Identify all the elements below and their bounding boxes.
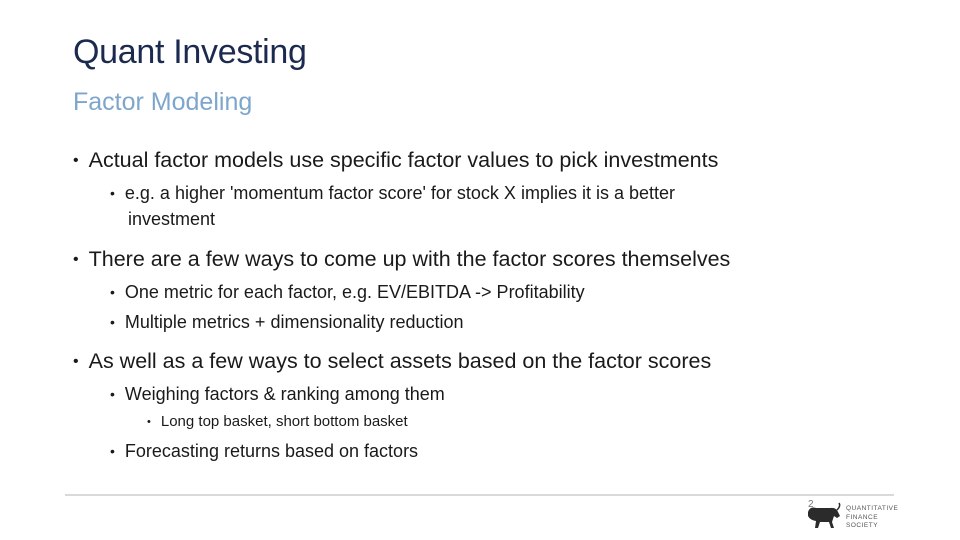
logo-text: QUANTITATIVE FINANCE SOCIETY xyxy=(846,505,899,529)
bullet-icon: • xyxy=(110,314,115,330)
bullet-item: • One metric for each factor, e.g. EV/EBI… xyxy=(110,282,585,303)
bullet-item: • Weighing factors & ranking among them xyxy=(110,384,445,405)
bullet-item: • Forecasting returns based on factors xyxy=(110,441,418,462)
footer-divider xyxy=(65,494,894,496)
slide-subtitle: Factor Modeling xyxy=(73,88,253,116)
bullet-icon: • xyxy=(73,251,79,268)
bullet-item: • e.g. a higher 'momentum factor score' f… xyxy=(110,183,675,204)
bullet-continuation: investment xyxy=(128,209,216,229)
page-number: 2 xyxy=(808,499,814,510)
qfs-logo: QUANTITATIVE FINANCE SOCIETY xyxy=(804,500,924,534)
bullet-text: Actual factor models use specific factor… xyxy=(88,148,719,172)
bullet-icon: • xyxy=(110,284,115,300)
slide-title: Quant Investing xyxy=(73,33,307,71)
bullet-item: • Multiple metrics + dimensionality reduc… xyxy=(110,312,464,333)
bullet-text: As well as a few ways to select assets b… xyxy=(88,349,712,373)
bullet-item: • There are a few ways to come up with th… xyxy=(73,247,730,272)
bullet-icon: • xyxy=(110,443,115,459)
bullet-item: • Long top basket, short bottom basket xyxy=(147,413,408,430)
bullet-text: One metric for each factor, e.g. EV/EBIT… xyxy=(124,282,585,302)
bullet-text: There are a few ways to come up with the… xyxy=(88,247,731,271)
bullet-text: Weighing factors & ranking among them xyxy=(124,384,445,404)
bullet-icon: • xyxy=(110,185,115,201)
bullet-item: • As well as a few ways to select assets … xyxy=(73,349,711,374)
bullet-icon: • xyxy=(73,152,79,169)
bullet-icon: • xyxy=(147,416,151,428)
bullet-icon: • xyxy=(110,386,115,402)
bullet-text: Forecasting returns based on factors xyxy=(124,441,419,461)
bullet-text: Multiple metrics + dimensionality reduct… xyxy=(124,312,464,332)
bullet-icon: • xyxy=(73,353,79,370)
bullet-item: • Actual factor models use specific facto… xyxy=(73,148,718,173)
bullet-text: Long top basket, short bottom basket xyxy=(160,413,408,430)
bullet-text: e.g. a higher 'momentum factor score' fo… xyxy=(124,183,675,203)
